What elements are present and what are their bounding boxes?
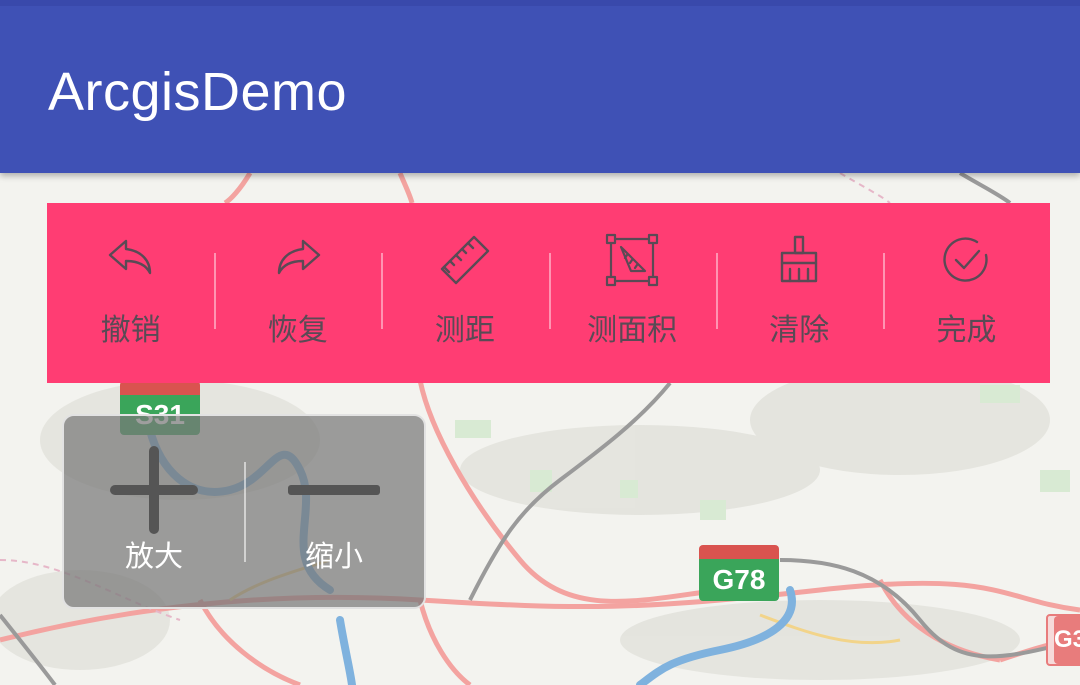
redo-icon xyxy=(271,233,325,287)
clear-label: 清除 xyxy=(769,313,830,348)
undo-label: 撤销 xyxy=(100,313,161,348)
minus-icon xyxy=(244,444,424,536)
measure-area-label: 测面积 xyxy=(587,313,678,348)
finish-label: 完成 xyxy=(936,313,997,348)
measure-toolbar: 撤销 恢复 测距 测面积 清除 完成 xyxy=(47,203,1050,383)
status-bar-strip xyxy=(0,0,1080,6)
app-bar: ArcgisDemo xyxy=(0,0,1080,173)
area-measure-icon xyxy=(605,233,659,287)
zoom-in-button[interactable]: 放大 xyxy=(64,416,244,607)
redo-button[interactable]: 恢复 xyxy=(214,203,381,383)
plus-icon xyxy=(64,444,244,536)
measure-distance-label: 测距 xyxy=(434,313,495,348)
app-title: ArcgisDemo xyxy=(48,62,348,122)
measure-area-button[interactable]: 测面积 xyxy=(548,203,716,383)
zoom-out-label: 缩小 xyxy=(304,539,363,573)
measure-distance-button[interactable]: 测距 xyxy=(381,203,548,383)
highway-shield-g78: G78 xyxy=(699,545,779,601)
ruler-icon xyxy=(438,233,492,287)
clear-button[interactable]: 清除 xyxy=(715,203,883,383)
screen: S31 G78 G3 ArcgisDemo 撤销 恢复 xyxy=(0,0,1080,685)
undo-icon xyxy=(104,233,158,287)
finish-button[interactable]: 完成 xyxy=(882,203,1050,383)
zoom-in-label: 放大 xyxy=(124,539,183,573)
highway-shield-g3: G3 xyxy=(1046,614,1080,666)
zoom-panel: 放大 缩小 xyxy=(62,414,426,609)
check-circle-icon xyxy=(939,233,993,287)
undo-button[interactable]: 撤销 xyxy=(47,203,214,383)
broom-icon xyxy=(772,233,826,287)
zoom-out-button[interactable]: 缩小 xyxy=(244,416,424,607)
redo-label: 恢复 xyxy=(267,313,328,348)
